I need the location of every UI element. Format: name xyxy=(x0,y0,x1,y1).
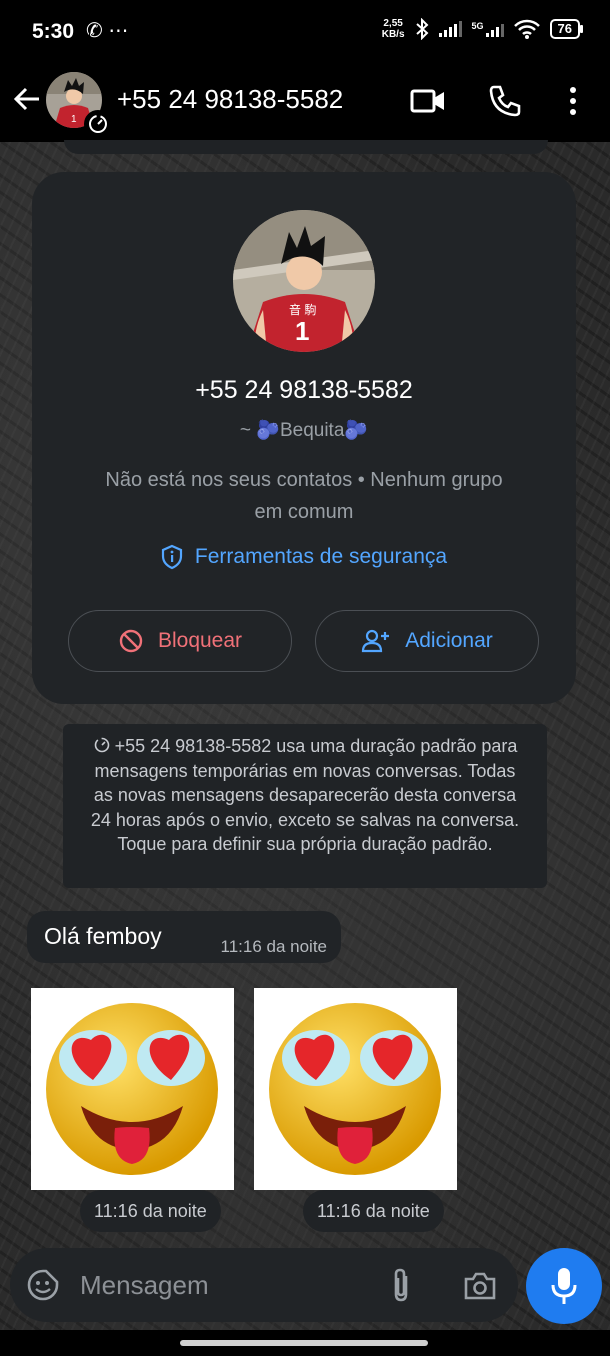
net-speed: 2,55 KB/s xyxy=(381,18,405,40)
camera-icon[interactable] xyxy=(462,1270,498,1302)
contact-status-info: Não está nos seus contatos • Nenhum grup… xyxy=(105,469,503,523)
incoming-message[interactable]: Olá femboy 11:16 da noite xyxy=(27,911,341,963)
notification-icons: ✆ ⋯ xyxy=(86,20,129,42)
sticker-emoji-icon[interactable] xyxy=(26,1268,60,1302)
microphone-icon xyxy=(551,1268,577,1304)
security-tools-link[interactable]: Ferramentas de segurança xyxy=(32,544,576,570)
wifi-icon xyxy=(513,19,540,39)
message-composer[interactable]: Mensagem xyxy=(10,1248,518,1322)
card-top-edge xyxy=(64,140,548,154)
block-label: Bloquear xyxy=(157,629,243,652)
block-icon xyxy=(119,629,143,653)
security-tools-label: Ferramentas de segurança xyxy=(194,545,448,568)
message-input[interactable]: Mensagem xyxy=(80,1270,209,1301)
navigation-bar xyxy=(0,1330,610,1356)
video-call-icon[interactable] xyxy=(410,86,446,116)
voice-message-button[interactable] xyxy=(526,1248,602,1324)
heart-eyes-emoji-sticker-icon xyxy=(46,1003,218,1175)
bluetooth-icon xyxy=(415,18,428,40)
svg-text:音 駒: 音 駒 xyxy=(289,302,316,317)
timer-icon xyxy=(94,737,109,753)
status-right-group: 2,55 KB/s 5G 76 xyxy=(381,18,584,40)
attach-icon[interactable] xyxy=(386,1266,416,1304)
contact-profile-photo[interactable]: 1 音 駒 xyxy=(233,210,375,352)
contact-info-card: 1 音 駒 +55 24 98138-5582 ~ 🫐Bequita🫐 Não … xyxy=(32,172,576,704)
more-options-icon[interactable] xyxy=(562,84,584,118)
back-arrow-icon[interactable] xyxy=(12,84,42,114)
block-button[interactable]: Bloquear xyxy=(68,610,292,672)
sticker-time: 11:16 da noite xyxy=(303,1190,444,1232)
shield-info-icon xyxy=(161,544,183,570)
svg-text:1: 1 xyxy=(295,316,309,346)
add-label: Adicionar xyxy=(405,629,493,652)
message-text: Olá femboy xyxy=(44,923,162,949)
battery-icon: 76 xyxy=(549,19,584,39)
sticker-time: 11:16 da noite xyxy=(80,1190,221,1232)
signal-2-icon: 5G xyxy=(472,21,504,37)
status-time: 5:30 xyxy=(32,20,75,43)
disappearing-timer-icon xyxy=(84,110,112,138)
status-bar: 5:30 ✆ ⋯ 2,55 KB/s 5G 76 xyxy=(0,0,610,62)
signal-1-icon xyxy=(438,21,462,37)
contact-push-name: ~ 🫐Bequita🫐 xyxy=(239,420,369,441)
svg-text:1: 1 xyxy=(71,114,77,125)
notice-text: +55 24 98138-5582 usa uma duração padrão… xyxy=(90,736,520,854)
home-gesture-handle[interactable] xyxy=(180,1340,428,1346)
add-contact-button[interactable]: Adicionar xyxy=(315,610,539,672)
contact-title[interactable]: +55 24 98138-5582 xyxy=(117,84,343,115)
add-person-icon xyxy=(362,629,390,653)
chat-header: 1 +55 24 98138-5582 xyxy=(0,62,610,142)
voice-call-icon[interactable] xyxy=(488,84,522,118)
disappearing-messages-notice[interactable]: +55 24 98138-5582 usa uma duração padrão… xyxy=(63,724,547,888)
sticker-message[interactable] xyxy=(31,988,234,1190)
contact-phone: +55 24 98138-5582 xyxy=(195,376,413,404)
message-time: 11:16 da noite xyxy=(220,937,328,956)
heart-eyes-emoji-sticker-icon xyxy=(269,1003,441,1175)
sticker-message[interactable] xyxy=(254,988,457,1190)
